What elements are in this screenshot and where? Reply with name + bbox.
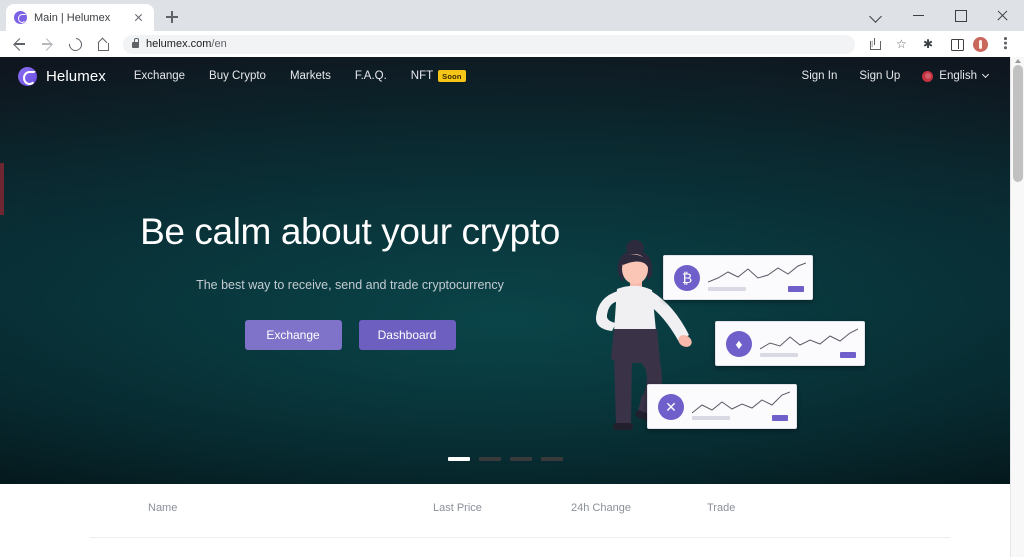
- brand-name: Helumex: [46, 67, 106, 85]
- tab-title: Main | Helumex: [34, 11, 111, 24]
- browser-menu-icon[interactable]: [992, 31, 1018, 57]
- card-action-button[interactable]: [788, 286, 804, 292]
- helumex-logo-icon: [14, 11, 27, 24]
- new-tab-button[interactable]: [158, 3, 186, 31]
- lock-icon: [132, 38, 140, 48]
- brand-logo[interactable]: Helumex: [18, 66, 106, 86]
- nav-item-exchange[interactable]: Exchange: [134, 70, 185, 82]
- column-header-24h-change: 24h Change: [571, 502, 631, 514]
- column-header-last-price: Last Price: [433, 502, 482, 514]
- scrollbar-thumb[interactable]: [1013, 65, 1023, 182]
- helumex-logo-icon: [18, 66, 37, 86]
- carousel-dot-2[interactable]: [478, 457, 501, 461]
- site-navbar: Helumex Exchange Buy Crypto Markets F.A.…: [0, 57, 1010, 95]
- crypto-card-ethereum: ♦: [715, 321, 865, 366]
- crypto-card-xrp: ✕: [647, 384, 797, 429]
- card-placeholder-bar: [692, 416, 730, 420]
- nav-links: Exchange Buy Crypto Markets F.A.Q. NFT S…: [134, 70, 466, 82]
- page-content: Helumex Exchange Buy Crypto Markets F.A.…: [0, 57, 1010, 557]
- scroll-up-arrow[interactable]: [1015, 59, 1021, 63]
- tab-strip: Main | Helumex: [0, 0, 1024, 31]
- window-controls: [856, 0, 1024, 31]
- nav-item-nft[interactable]: NFT Soon: [411, 70, 466, 82]
- flag-icon: [922, 70, 934, 82]
- nav-right: Sign In Sign Up English: [802, 70, 990, 82]
- maximize-button[interactable]: [940, 0, 982, 31]
- url-path: /en: [211, 38, 227, 50]
- crypto-card-bitcoin: ₿: [663, 255, 813, 300]
- sign-up-link[interactable]: Sign Up: [859, 70, 900, 82]
- browser-window: Main | Helumex helumex.com/en ☆ ✱ Helume…: [0, 0, 1024, 557]
- sparkline-chart: [692, 391, 790, 414]
- page-scrollbar[interactable]: [1010, 57, 1024, 557]
- extensions-icon[interactable]: ✱: [916, 31, 942, 57]
- forward-icon[interactable]: [34, 31, 60, 57]
- close-icon[interactable]: [130, 10, 146, 26]
- chevron-down-icon[interactable]: [856, 0, 898, 31]
- bookmark-star-icon[interactable]: ☆: [889, 31, 915, 57]
- toolbar-actions: ☆ ✱: [862, 31, 1018, 57]
- sign-in-link[interactable]: Sign In: [802, 70, 838, 82]
- xrp-icon: ✕: [658, 394, 684, 420]
- hero-section: Helumex Exchange Buy Crypto Markets F.A.…: [0, 57, 1010, 484]
- nav-item-markets[interactable]: Markets: [290, 70, 331, 82]
- browser-toolbar: helumex.com/en ☆ ✱: [0, 31, 1024, 57]
- card-placeholder-bar: [708, 287, 746, 291]
- page-viewport: Helumex Exchange Buy Crypto Markets F.A.…: [0, 57, 1024, 557]
- carousel-dot-3[interactable]: [509, 457, 532, 461]
- hero-illustration: ₿ ♦ ✕: [585, 235, 895, 445]
- side-panel-icon[interactable]: [943, 31, 969, 57]
- dashboard-button[interactable]: Dashboard: [358, 320, 456, 350]
- share-icon[interactable]: [862, 31, 888, 57]
- ethereum-icon: ♦: [726, 331, 752, 357]
- window-close-button[interactable]: [982, 0, 1024, 31]
- table-header-row: Name Last Price 24h Change Trade: [0, 502, 1010, 524]
- browser-tab[interactable]: Main | Helumex: [6, 4, 154, 31]
- url-host: helumex.com: [146, 38, 212, 50]
- column-header-name: Name: [148, 502, 178, 514]
- home-icon[interactable]: [90, 31, 116, 57]
- profile-avatar[interactable]: [973, 36, 988, 52]
- card-action-button[interactable]: [840, 352, 856, 358]
- sparkline-chart: [708, 262, 806, 283]
- table-divider: [90, 537, 950, 538]
- page-title: Be calm about your crypto: [140, 211, 560, 252]
- language-label: English: [939, 70, 977, 82]
- sparkline-chart: [760, 328, 858, 350]
- carousel-dot-4[interactable]: [540, 457, 563, 461]
- reload-icon[interactable]: [62, 31, 88, 57]
- url-text: helumex.com/en: [146, 38, 227, 50]
- back-icon[interactable]: [6, 31, 32, 57]
- nav-item-buy-crypto[interactable]: Buy Crypto: [209, 70, 266, 82]
- soon-badge: Soon: [438, 70, 466, 82]
- markets-table: Name Last Price 24h Change Trade: [0, 484, 1010, 557]
- carousel-indicators: [0, 457, 1010, 461]
- language-selector[interactable]: English: [922, 70, 990, 82]
- address-bar[interactable]: helumex.com/en: [123, 34, 855, 54]
- nav-item-nft-label: NFT: [410, 70, 434, 82]
- nav-item-faq[interactable]: F.A.Q.: [355, 70, 387, 82]
- minimize-button[interactable]: [898, 0, 940, 31]
- card-action-button[interactable]: [772, 415, 788, 421]
- column-header-trade: Trade: [707, 502, 736, 514]
- card-placeholder-bar: [760, 353, 798, 357]
- carousel-dot-1[interactable]: [447, 457, 470, 461]
- chevron-down-icon: [981, 70, 990, 79]
- exchange-button[interactable]: Exchange: [244, 320, 342, 350]
- bitcoin-icon: ₿: [674, 265, 700, 291]
